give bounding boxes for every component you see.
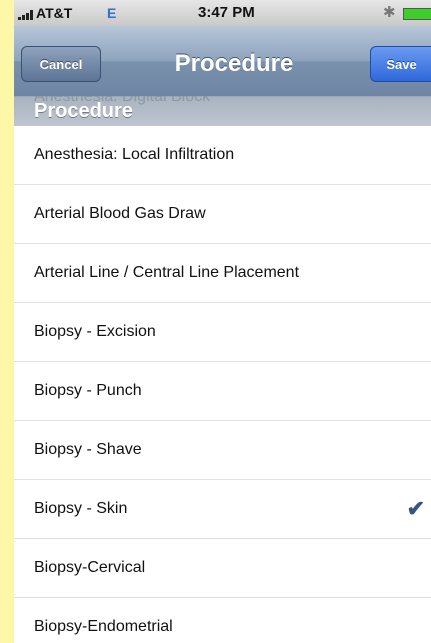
list-item[interactable]: Biopsy-Endometrial bbox=[14, 598, 431, 643]
status-bar: AT&T E 3:47 PM ✱ bbox=[14, 0, 431, 26]
carrier-name: AT&T bbox=[36, 5, 73, 21]
list-item-label: Arterial Line / Central Line Placement bbox=[34, 264, 300, 281]
phone-screen: AT&T E 3:47 PM ✱ Cancel Procedure Save A… bbox=[14, 0, 431, 643]
battery-icon bbox=[403, 8, 431, 20]
cancel-button[interactable]: Cancel bbox=[21, 46, 101, 82]
section-header: Anesthesia: Digital Block Procedure bbox=[14, 96, 431, 126]
page-title: Procedure bbox=[174, 50, 294, 77]
list-item-label: Biopsy - Excision bbox=[34, 323, 156, 340]
bluetooth-icon: ✱ bbox=[383, 4, 396, 21]
list-item[interactable]: Biopsy - Punch bbox=[14, 362, 431, 421]
list-item-label: Biopsy - Skin bbox=[34, 500, 128, 517]
signal-icon bbox=[18, 10, 33, 20]
procedure-list: Anesthesia: Local Infiltration Arterial … bbox=[14, 126, 431, 643]
checkmark-icon: ✔ bbox=[406, 496, 425, 521]
list-item[interactable]: Biopsy - Shave bbox=[14, 421, 431, 480]
list-item[interactable]: Arterial Blood Gas Draw bbox=[14, 185, 431, 244]
list-item[interactable]: Anesthesia: Local Infiltration bbox=[14, 126, 431, 185]
save-button[interactable]: Save bbox=[370, 46, 431, 82]
list-item[interactable]: Arterial Line / Central Line Placement bbox=[14, 244, 431, 303]
list-item-label: Anesthesia: Local Infiltration bbox=[34, 146, 235, 163]
network-type: E bbox=[107, 5, 117, 21]
list-item-label: Biopsy - Shave bbox=[34, 441, 142, 458]
list-item[interactable]: Biopsy-Cervical bbox=[14, 539, 431, 598]
clock: 3:47 PM bbox=[198, 4, 255, 21]
list-item-label: Biopsy-Cervical bbox=[34, 559, 146, 576]
list-item[interactable]: Biopsy - Excision bbox=[14, 303, 431, 362]
list-item-selected[interactable]: Biopsy - Skin ✔ bbox=[14, 480, 431, 539]
list-item-label: Arterial Blood Gas Draw bbox=[34, 205, 206, 222]
list-item-label: Biopsy - Punch bbox=[34, 382, 142, 399]
navigation-bar: Cancel Procedure Save bbox=[14, 26, 431, 97]
section-title: Procedure bbox=[34, 100, 133, 122]
list-item-label: Biopsy-Endometrial bbox=[34, 618, 173, 635]
